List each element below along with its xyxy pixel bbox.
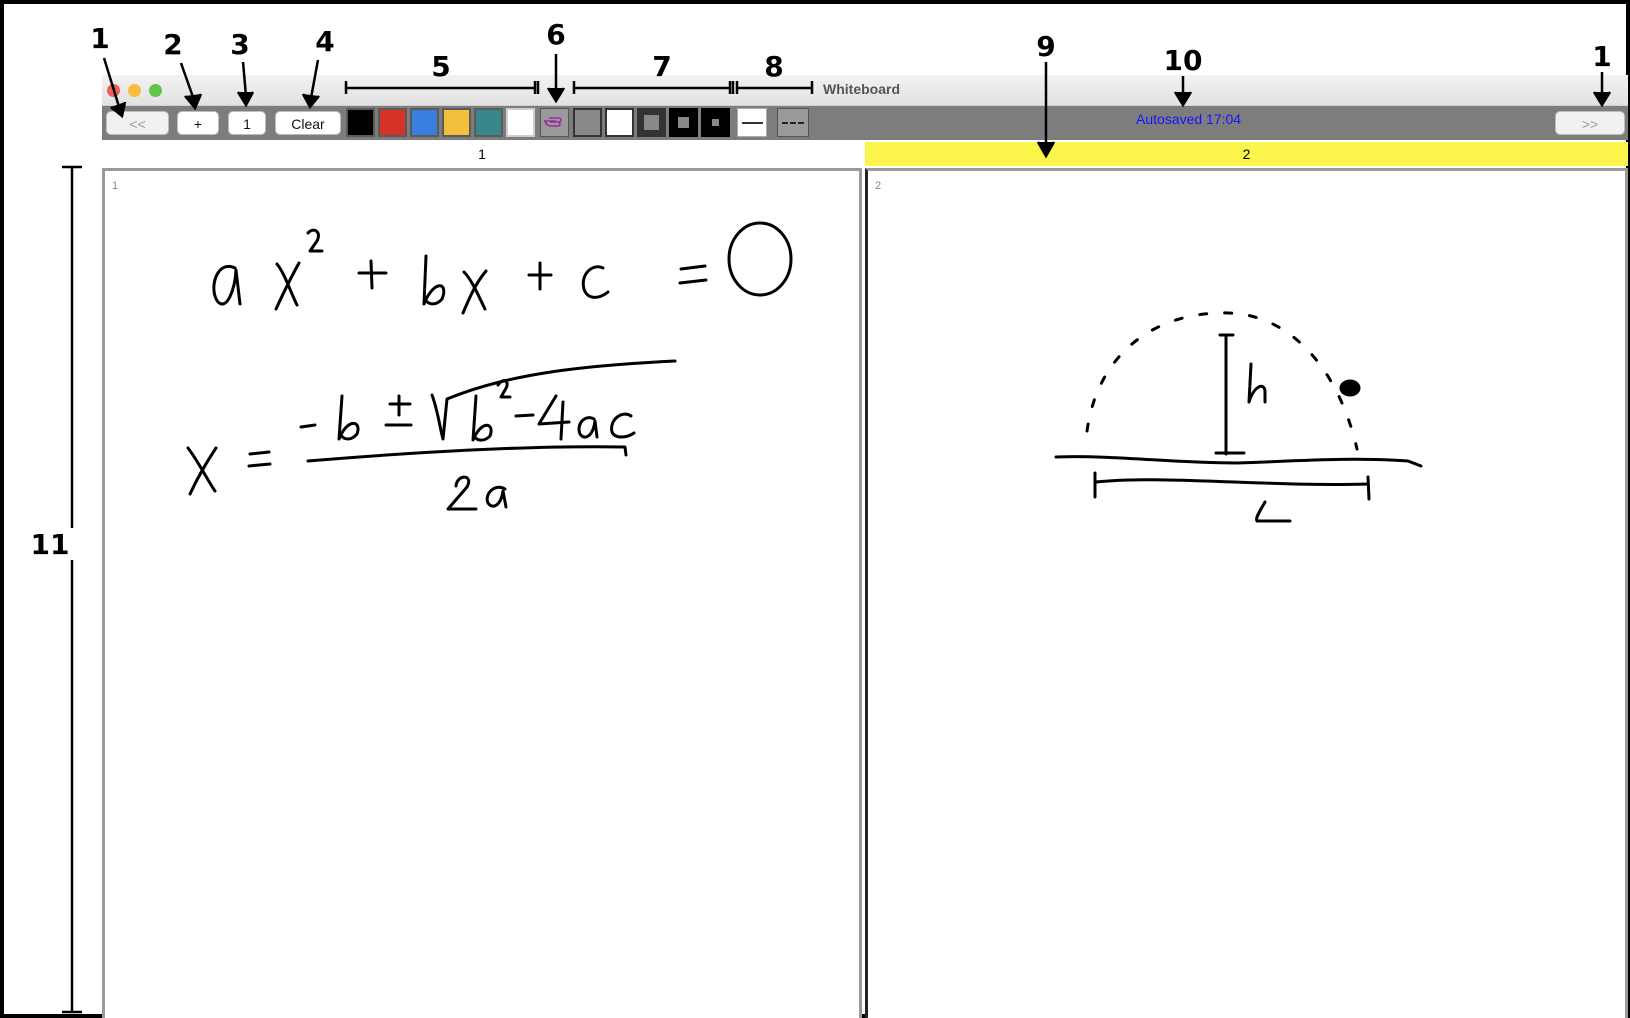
callout-arrows <box>62 54 1612 1014</box>
